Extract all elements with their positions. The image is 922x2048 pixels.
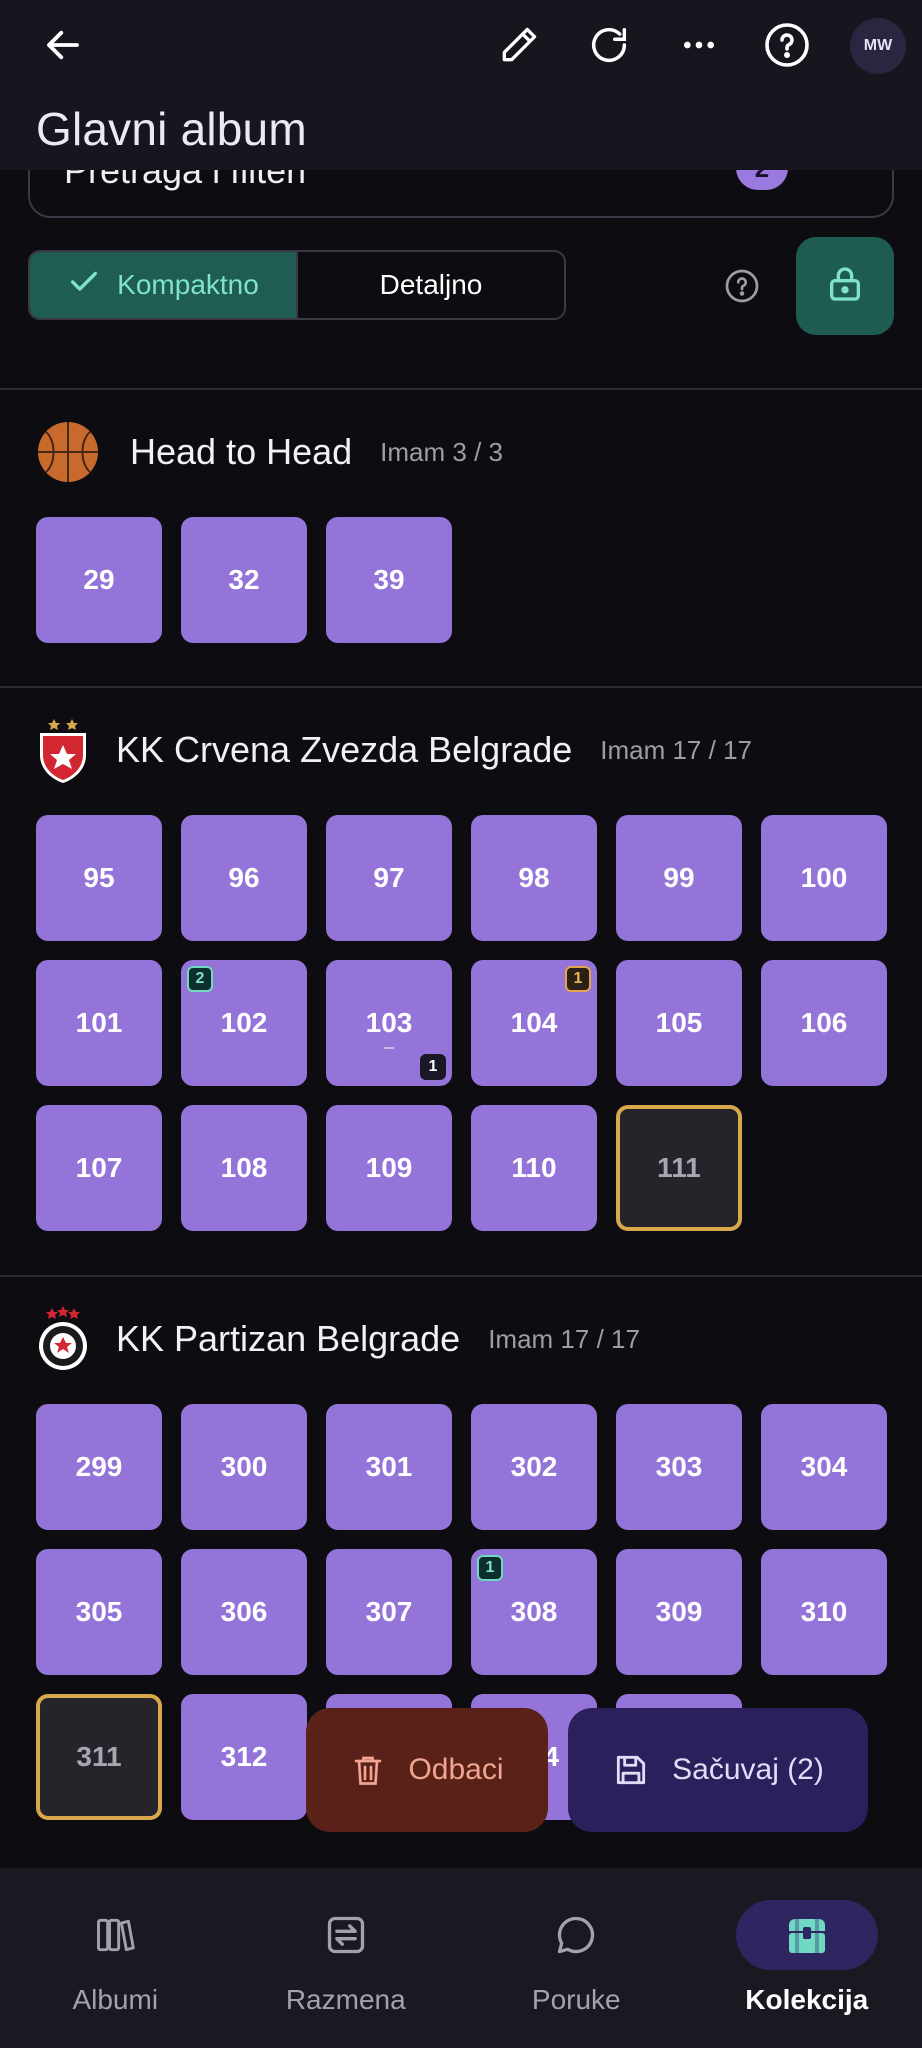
sticker-tile[interactable]: 107: [36, 1105, 162, 1231]
sticker-tile[interactable]: 101: [36, 960, 162, 1086]
help-small-icon[interactable]: [724, 268, 760, 304]
sticker-tile[interactable]: 108: [181, 1105, 307, 1231]
crvena-zvezda-logo: [36, 718, 90, 783]
detailed-view-button[interactable]: Detaljno: [298, 252, 564, 318]
edit-pencil-icon[interactable]: [490, 16, 548, 74]
sticker-tile[interactable]: 301: [326, 1404, 452, 1530]
sticker-tile[interactable]: 1 104: [471, 960, 597, 1086]
view-toggle: Kompaktno Detaljno: [28, 250, 566, 320]
chat-icon: [505, 1900, 647, 1970]
sticker-tile[interactable]: 299: [36, 1404, 162, 1530]
section-header-partizan: KK Partizan Belgrade Imam 17 / 17: [36, 1306, 640, 1371]
section-title: KK Partizan Belgrade: [116, 1318, 461, 1359]
treasure-chest-icon: [735, 1900, 878, 1970]
sticker-tile[interactable]: 307: [326, 1549, 452, 1675]
divider: [0, 388, 922, 390]
help-icon[interactable]: [758, 16, 816, 74]
section-count: Imam 17 / 17: [600, 734, 752, 765]
save-button[interactable]: Sačuvaj (2): [568, 1708, 868, 1832]
trash-icon: [350, 1750, 386, 1790]
sticker-tile[interactable]: 103 1: [326, 960, 452, 1086]
nav-item-poruke[interactable]: Poruke: [461, 1868, 692, 2048]
sticker-tile[interactable]: 95: [36, 815, 162, 941]
save-label: Sačuvaj (2): [672, 1753, 824, 1786]
section-count: Imam 17 / 17: [488, 1323, 640, 1354]
refresh-icon[interactable]: [580, 16, 638, 74]
sticker-tile[interactable]: 300: [181, 1404, 307, 1530]
divider: [0, 686, 922, 688]
sticker-tile[interactable]: 304: [761, 1404, 887, 1530]
duplicate-count-badge: 1: [477, 1555, 503, 1581]
avatar[interactable]: MW: [850, 18, 906, 74]
divider: [0, 1275, 922, 1277]
compact-label: Kompaktno: [117, 269, 259, 300]
section-count: Imam 3 / 3: [380, 436, 503, 467]
sticker-tile[interactable]: 2 102: [181, 960, 307, 1086]
nav-label: Kolekcija: [745, 1984, 869, 2015]
nav-item-albumi[interactable]: Albumi: [0, 1868, 231, 2048]
nav-label: Poruke: [531, 1984, 621, 2015]
back-arrow-icon[interactable]: [34, 16, 92, 74]
sticker-tile[interactable]: 109: [326, 1105, 452, 1231]
nav-label: Albumi: [72, 1984, 159, 2015]
sticker-tile[interactable]: 98: [471, 815, 597, 941]
trade-count-badge: 1: [565, 966, 591, 992]
sticker-tile[interactable]: 39: [326, 517, 452, 643]
sticker-tile[interactable]: 309: [616, 1549, 742, 1675]
section-title: Head to Head: [130, 431, 353, 472]
discard-label: Odbaci: [408, 1753, 504, 1786]
sticker-tile[interactable]: 303: [616, 1404, 742, 1530]
save-disk-icon: [612, 1751, 650, 1789]
nav-label: Razmena: [285, 1984, 406, 2015]
sticker-tile[interactable]: 312: [181, 1694, 307, 1820]
duplicate-count-badge: 2: [187, 966, 213, 992]
lock-button[interactable]: [796, 237, 894, 335]
detailed-label: Detaljno: [379, 269, 483, 300]
sticker-tile[interactable]: 302: [471, 1404, 597, 1530]
sticker-tile[interactable]: 32: [181, 517, 307, 643]
sticker-tile[interactable]: 306: [181, 1549, 307, 1675]
sticker-tile[interactable]: 105: [616, 960, 742, 1086]
sticker-tile[interactable]: 97: [326, 815, 452, 941]
sticker-tile[interactable]: 100: [761, 815, 887, 941]
section-header-crvena-zvezda: KK Crvena Zvezda Belgrade Imam 17 / 17: [36, 718, 752, 783]
compact-view-button[interactable]: Kompaktno: [30, 252, 298, 318]
partizan-logo: [36, 1306, 90, 1371]
sticker-number: 103: [365, 1007, 413, 1049]
sticker-tile[interactable]: 110: [471, 1105, 597, 1231]
sticker-tile[interactable]: 29: [36, 517, 162, 643]
books-icon: [44, 1900, 186, 1970]
sticker-number: 102: [220, 1007, 268, 1038]
sticker-tile[interactable]: 106: [761, 960, 887, 1086]
bottom-navigation: Albumi Razmena Poruke Kolekcija: [0, 1868, 922, 2048]
basketball-icon: [36, 420, 100, 484]
section-title: KK Crvena Zvezda Belgrade: [116, 729, 573, 770]
sticker-tile-missing[interactable]: 111: [616, 1105, 742, 1231]
check-icon: [67, 265, 101, 306]
discard-button[interactable]: Odbaci: [306, 1708, 548, 1832]
nav-item-razmena[interactable]: Razmena: [231, 1868, 462, 2048]
sticker-number: 308: [510, 1596, 558, 1627]
sticker-number: 104: [510, 1007, 558, 1038]
app-bar: MW Glavni album: [0, 0, 922, 170]
sticker-tile[interactable]: 305: [36, 1549, 162, 1675]
sticker-tile-missing[interactable]: 311: [36, 1694, 162, 1820]
sticker-tile[interactable]: 96: [181, 815, 307, 941]
more-options-icon[interactable]: [670, 16, 728, 74]
swap-icon: [275, 1900, 417, 1970]
page-title: Glavni album: [36, 103, 307, 155]
sticker-tile[interactable]: 310: [761, 1549, 887, 1675]
section-header-head-to-head: Head to Head Imam 3 / 3: [36, 420, 503, 484]
sticker-tile[interactable]: 1 308: [471, 1549, 597, 1675]
nav-item-kolekcija[interactable]: Kolekcija: [692, 1868, 922, 2048]
pending-count-badge: 1: [420, 1054, 446, 1080]
lock-icon: [825, 264, 865, 309]
sticker-tile[interactable]: 99: [616, 815, 742, 941]
